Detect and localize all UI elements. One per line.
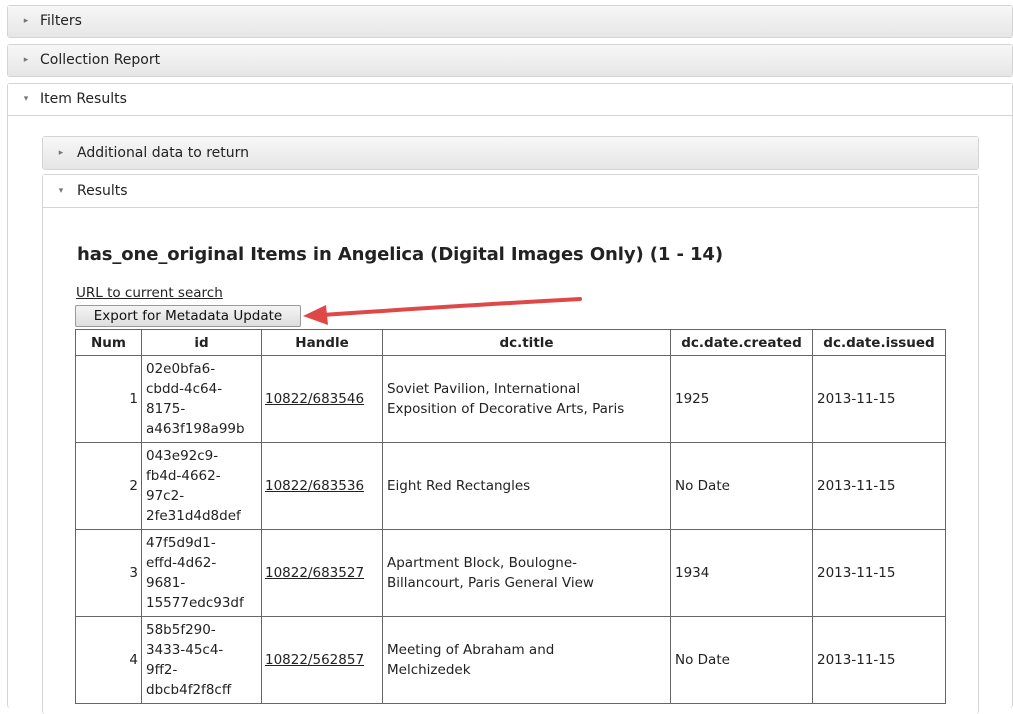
additional-data-label: Additional data to return — [77, 145, 250, 161]
row-number: 3 — [75, 529, 142, 617]
item-id-line: 9681- — [146, 575, 186, 591]
date-created: No Date — [670, 616, 813, 704]
item-title-line: Melchizedek — [387, 662, 471, 678]
item-id-line: cbdd-4c64- — [146, 381, 223, 397]
collection-report-label: Collection Report — [40, 52, 161, 68]
column-header-handle[interactable]: Handle — [261, 329, 383, 356]
column-header-title[interactable]: dc.title — [382, 329, 671, 356]
item-title-line: Billancourt, Paris General View — [387, 575, 594, 591]
row-number: 4 — [75, 616, 142, 704]
item-title-line: Meeting of Abraham and — [387, 642, 555, 658]
handle-link[interactable]: 10822/683527 — [265, 565, 364, 581]
item-id-line: 043e92c9- — [146, 448, 219, 464]
date-issued: 2013-11-15 — [812, 355, 946, 443]
item-id-line: dbcb4f2f8cff — [146, 682, 232, 698]
item-title: Eight Red Rectangles — [382, 442, 671, 530]
results-header[interactable]: ▾ Results — [43, 175, 978, 208]
caret-down-icon: ▾ — [23, 94, 29, 104]
item-id-line: 58b5f290- — [146, 622, 216, 638]
caret-down-icon: ▾ — [58, 186, 64, 196]
item-id-line: 2fe31d4d8def — [146, 508, 241, 524]
caret-right-icon: ▸ — [58, 148, 64, 158]
item-id: 043e92c9- fb4d-4662- 97c2- 2fe31d4d8def — [141, 442, 262, 530]
filters-section: ▸ Filters — [7, 5, 1013, 38]
item-results-header[interactable]: ▾ Item Results — [8, 84, 1012, 116]
export-metadata-button[interactable]: Export for Metadata Update — [75, 305, 301, 327]
row-number: 2 — [75, 442, 142, 530]
item-id-line: 15577edc93df — [146, 595, 244, 611]
results-heading: has_one_original Items in Angelica (Digi… — [77, 244, 723, 265]
column-header-date-issued[interactable]: dc.date.issued — [812, 329, 946, 356]
handle-link[interactable]: 10822/683546 — [265, 391, 364, 407]
date-created: 1925 — [670, 355, 813, 443]
handle-link[interactable]: 10822/562857 — [265, 652, 364, 668]
additional-data-section: ▸ Additional data to return — [42, 136, 979, 170]
table-header-row: Num id Handle dc.title dc.date.created d… — [75, 329, 946, 356]
table-row: 2 043e92c9- fb4d-4662- 97c2- 2fe31d4d8def 1… — [75, 442, 946, 530]
collection-report-header[interactable]: ▸ Collection Report — [8, 45, 1012, 76]
handle-cell: 10822/683527 — [261, 529, 383, 617]
item-id: 47f5d9d1- effd-4d62- 9681- 15577edc93df — [141, 529, 262, 617]
item-id-line: 3433-45c4- — [146, 642, 224, 658]
item-id-line: 02e0bfa6- — [146, 361, 216, 377]
handle-cell: 10822/683536 — [261, 442, 383, 530]
url-to-current-search-link[interactable]: URL to current search — [76, 285, 223, 301]
handle-link[interactable]: 10822/683536 — [265, 478, 364, 494]
item-id-line: 97c2- — [146, 488, 185, 504]
date-created: 1934 — [670, 529, 813, 617]
item-title-line: Exposition of Decorative Arts, Paris — [387, 401, 625, 417]
item-id-line: a463f198a99b — [146, 421, 245, 437]
column-header-id[interactable]: id — [141, 329, 262, 356]
item-id: 02e0bfa6- cbdd-4c64- 8175- a463f198a99b — [141, 355, 262, 443]
handle-cell: 10822/562857 — [261, 616, 383, 704]
results-table: Num id Handle dc.title dc.date.created d… — [75, 329, 946, 704]
table-row: 1 02e0bfa6- cbdd-4c64- 8175- a463f198a99b 1… — [75, 355, 946, 443]
item-id-line: fb4d-4662- — [146, 468, 221, 484]
date-issued: 2013-11-15 — [812, 529, 946, 617]
filters-label: Filters — [40, 13, 82, 29]
item-title-line: Apartment Block, Boulogne- — [387, 555, 578, 571]
row-number: 1 — [75, 355, 142, 443]
item-id-line: 9ff2- — [146, 662, 178, 678]
column-header-date-created[interactable]: dc.date.created — [670, 329, 813, 356]
item-id: 58b5f290- 3433-45c4- 9ff2- dbcb4f2f8cff — [141, 616, 262, 704]
item-title-line: Eight Red Rectangles — [387, 478, 531, 494]
item-id-line: effd-4d62- — [146, 555, 217, 571]
item-title-line: Soviet Pavilion, International — [387, 381, 581, 397]
date-issued: 2013-11-15 — [812, 616, 946, 704]
item-results-label: Item Results — [40, 91, 127, 107]
column-header-num[interactable]: Num — [75, 329, 142, 356]
item-id-line: 47f5d9d1- — [146, 535, 216, 551]
table-row: 4 58b5f290- 3433-45c4- 9ff2- dbcb4f2f8cff 1… — [75, 616, 946, 704]
filters-header[interactable]: ▸ Filters — [8, 6, 1012, 37]
item-id-line: 8175- — [146, 401, 186, 417]
date-created: No Date — [670, 442, 813, 530]
item-title: Soviet Pavilion, International Exposition… — [382, 355, 671, 443]
results-label: Results — [77, 183, 128, 199]
caret-right-icon: ▸ — [23, 16, 29, 26]
table-row: 3 47f5d9d1- effd-4d62- 9681- 15577edc93df 1… — [75, 529, 946, 617]
handle-cell: 10822/683546 — [261, 355, 383, 443]
item-title: Apartment Block, Boulogne- Billancourt, P… — [382, 529, 671, 617]
date-issued: 2013-11-15 — [812, 442, 946, 530]
item-title: Meeting of Abraham and Melchizedek — [382, 616, 671, 704]
caret-right-icon: ▸ — [23, 55, 29, 65]
collection-report-section: ▸ Collection Report — [7, 44, 1013, 77]
additional-data-header[interactable]: ▸ Additional data to return — [43, 137, 978, 169]
